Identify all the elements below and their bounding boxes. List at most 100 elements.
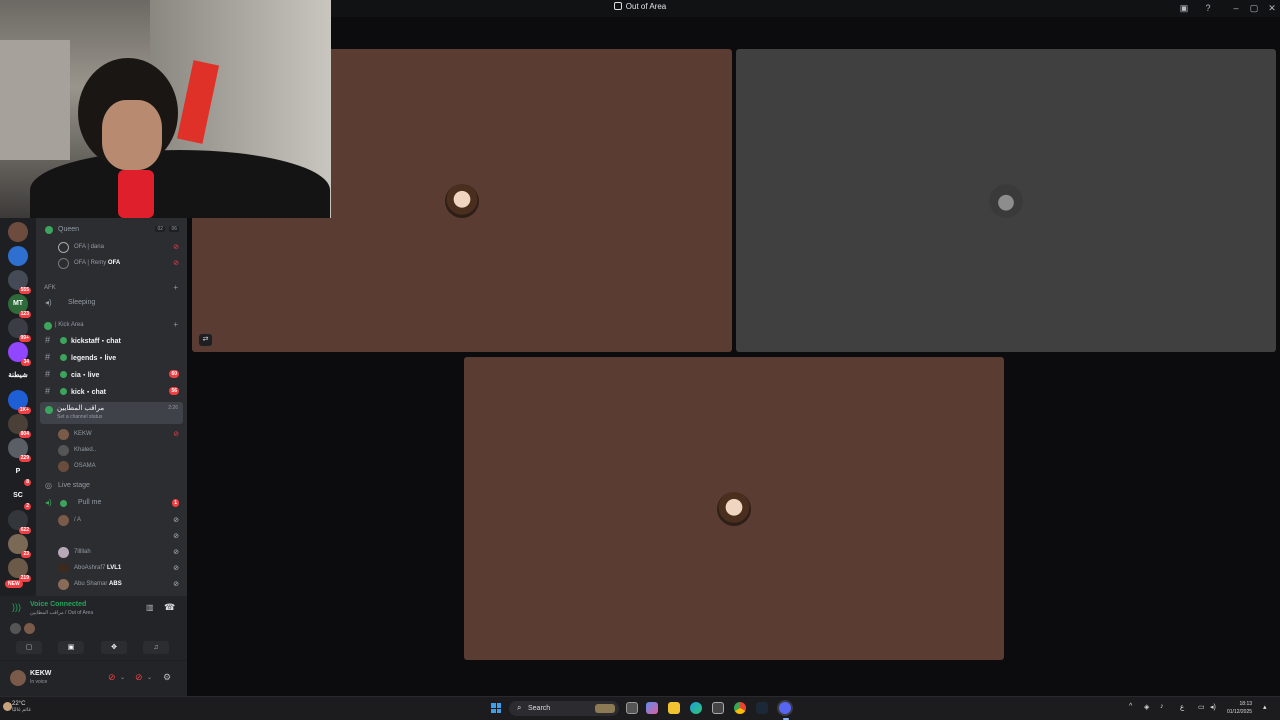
voice-user[interactable]: OFA | Remy OFA ⊘ [36,255,187,271]
server-icon[interactable] [8,246,28,266]
volume-icon[interactable]: ◂) [1210,703,1216,711]
category-kick-area[interactable]: | Kick Area + [36,319,187,334]
server-icon[interactable]: 23 [8,534,31,558]
text-channel[interactable]: # kickstaff・chat [36,333,187,348]
participant-tile[interactable] [736,49,1276,352]
search-bar[interactable]: ⌕ Search [509,701,619,716]
voice-user[interactable]: AboAshraf7 LVL1 ⊘ [36,560,187,576]
server-icon[interactable]: 219 [8,558,31,582]
status-icon [60,500,67,507]
user-tag: ABS [109,581,122,587]
server-icon[interactable]: 99+ [8,318,31,342]
edge-icon[interactable] [690,702,702,714]
deafen-icon[interactable]: ⊘ [135,672,143,683]
voice-user[interactable]: ⊘ [36,528,187,544]
chevron-up-icon[interactable]: ^ [1129,703,1132,710]
voice-user[interactable]: OFA | dana ⊘ [36,239,187,255]
server-label: MT [12,300,24,307]
voice-status[interactable]: Voice Connected [30,601,86,608]
voice-user[interactable]: / A ⊘ [36,512,187,528]
new-badge[interactable]: NEW [5,580,23,588]
server-icon[interactable]: 229 [8,438,31,462]
call-timer: 2:26 [168,405,178,411]
video-stage: ⇄ [187,17,1280,696]
text-channel[interactable]: # legends・live [36,350,187,365]
server-icon[interactable]: 555 [8,270,31,294]
speaker-icon [45,226,53,234]
avatar[interactable] [10,670,26,686]
activities-button[interactable]: ✥ [101,641,127,654]
mention-badge: 99+ [18,335,31,342]
minimize-button[interactable]: – [1231,3,1241,13]
user-limit: 06 [169,226,179,232]
maximize-button[interactable]: ▢ [1249,3,1259,13]
voice-user[interactable]: OSAMA [36,458,187,474]
help-icon[interactable]: ? [1203,3,1213,13]
server-icon[interactable]: SC 2 [8,486,31,510]
server-icon[interactable]: 622 [8,510,31,534]
hash-icon: # [45,386,51,396]
weather-icon [3,702,12,711]
stage-channel-live-stage[interactable]: ◎ Live stage [36,479,187,494]
microphone-icon[interactable]: ♪ [1160,703,1164,710]
tray-app-icon[interactable]: ◈ [1144,703,1149,711]
server-icon[interactable]: P8 [8,462,31,486]
file-explorer-icon[interactable] [668,702,680,714]
chevron-down-icon[interactable]: ⌄ [120,674,125,681]
server-icon [613,2,622,10]
voice-user[interactable]: 7lllllah ⊘ [36,544,187,560]
disconnect-icon[interactable]: ☎ [164,602,175,613]
screen-share-icon[interactable]: ⇄ [199,334,212,346]
chevron-down-icon[interactable]: ⌄ [147,674,152,681]
chrome-icon[interactable] [734,702,746,714]
voice-user[interactable]: Abu Shamar ABS ⊘ [36,576,187,592]
clock[interactable]: 18:13 01/12/2025 [1227,700,1252,716]
avatar [58,531,69,542]
voice-user[interactable]: Khaled.. [36,442,187,458]
soundboard-button[interactable]: ♫ [143,641,169,654]
copilot-icon[interactable] [646,702,658,714]
notification-icon[interactable]: ▴ [1263,703,1267,711]
voice-channel-sleeping[interactable]: ◂) Sleeping [36,296,187,311]
server-icon[interactable]: 1K+ [8,390,31,414]
discord-icon[interactable] [779,702,791,714]
start-button[interactable] [491,703,501,713]
add-channel-icon[interactable]: + [173,283,178,292]
text-channel[interactable]: # kick・chat 56 [36,384,187,399]
steam-icon[interactable] [756,702,768,714]
category-afk[interactable]: AFK + [36,282,187,297]
camera-button[interactable]: ▢ [16,641,42,654]
server-icon[interactable]: 804 [8,414,31,438]
voice-location[interactable]: مراقب المطايين / Out of Area [30,610,93,616]
mute-icon: ⊘ [173,260,179,267]
language-indicator[interactable]: ع [1180,703,1184,711]
weather-widget[interactable]: 22°C غائم غالبًا [12,701,31,713]
mute-icon[interactable]: ⊘ [108,672,116,683]
status-icon [60,354,67,361]
screen-share-button[interactable]: ▣ [58,641,84,654]
avatar [24,623,35,634]
status-icon [60,337,67,344]
text-channel[interactable]: # cia・live 60 [36,367,187,382]
set-status-link[interactable]: Set a channel status [57,414,102,420]
participant-tile[interactable] [464,357,1004,660]
close-button[interactable]: ✕ [1267,3,1277,13]
voice-channel-pull-me[interactable]: ◂) Pull me 1 [36,496,187,511]
server-icon[interactable]: 34 [8,342,31,366]
store-icon[interactable] [712,702,724,714]
task-view-icon[interactable] [626,702,638,714]
server-icon[interactable]: شيطنة [8,366,28,386]
mention-badge: 1K+ [17,407,31,414]
server-icon[interactable]: MT 123 [8,294,31,318]
screen-icon[interactable]: ▣ [1179,3,1189,13]
voice-user[interactable]: KEKW ⊘ [36,426,187,442]
add-channel-icon[interactable]: + [173,320,178,329]
unread-badge: 1 [172,499,179,507]
server-icon[interactable] [8,222,28,242]
noise-suppression-icon[interactable]: ▥ [146,603,154,612]
username[interactable]: KEKW [30,670,51,677]
voice-channel-queen[interactable]: Queen 02 06 [36,223,187,238]
network-icon[interactable]: ▭ [1198,703,1205,711]
gear-icon[interactable]: ⚙ [163,672,171,683]
active-voice-channel[interactable]: مراقب المطايين Set a channel status 2:26 [40,402,183,424]
